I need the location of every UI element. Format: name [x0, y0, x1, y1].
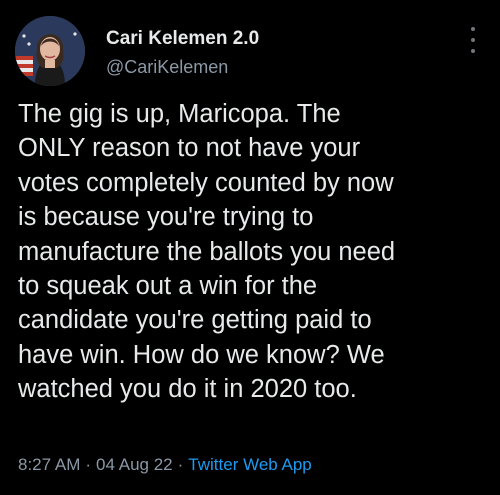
profile-photo-icon: [15, 16, 85, 86]
more-dot: [471, 49, 475, 53]
tweet-source-link[interactable]: Twitter Web App: [188, 455, 311, 474]
tweet-line: watched you do it in 2020 too.: [18, 375, 357, 404]
user-handle[interactable]: @CariKelemen: [106, 57, 228, 78]
display-name[interactable]: Cari Kelemen 2.0: [106, 28, 259, 50]
more-dot: [471, 27, 475, 31]
tweet-text: The gig is up, Maricopa. The ONLY reason…: [18, 97, 488, 407]
meta-separator: ·: [85, 455, 92, 474]
tweet-line: candidate you're getting paid to: [18, 306, 372, 335]
tweet-date[interactable]: 04 Aug 22: [96, 455, 173, 474]
more-dot: [471, 38, 475, 42]
tweet-line: is because you're trying to: [18, 203, 314, 232]
meta-separator: ·: [177, 455, 184, 474]
tweet-metadata: 8:27 AM · 04 Aug 22 · Twitter Web App: [18, 455, 312, 475]
tweet-card: Cari Kelemen 2.0 @CariKelemen The gig is…: [0, 0, 500, 495]
tweet-line: ONLY reason to not have your: [18, 134, 361, 163]
tweet-line: have win. How do we know? We: [18, 340, 385, 369]
tweet-time[interactable]: 8:27 AM: [18, 455, 80, 474]
avatar[interactable]: [15, 16, 85, 86]
tweet-line: to squeak out a win for the: [18, 272, 318, 301]
tweet-line: manufacture the ballots you need: [18, 237, 396, 266]
tweet-line: The gig is up, Maricopa. The: [18, 100, 341, 128]
more-options-icon[interactable]: [468, 27, 478, 53]
tweet-line: votes completely counted by now: [18, 168, 394, 197]
